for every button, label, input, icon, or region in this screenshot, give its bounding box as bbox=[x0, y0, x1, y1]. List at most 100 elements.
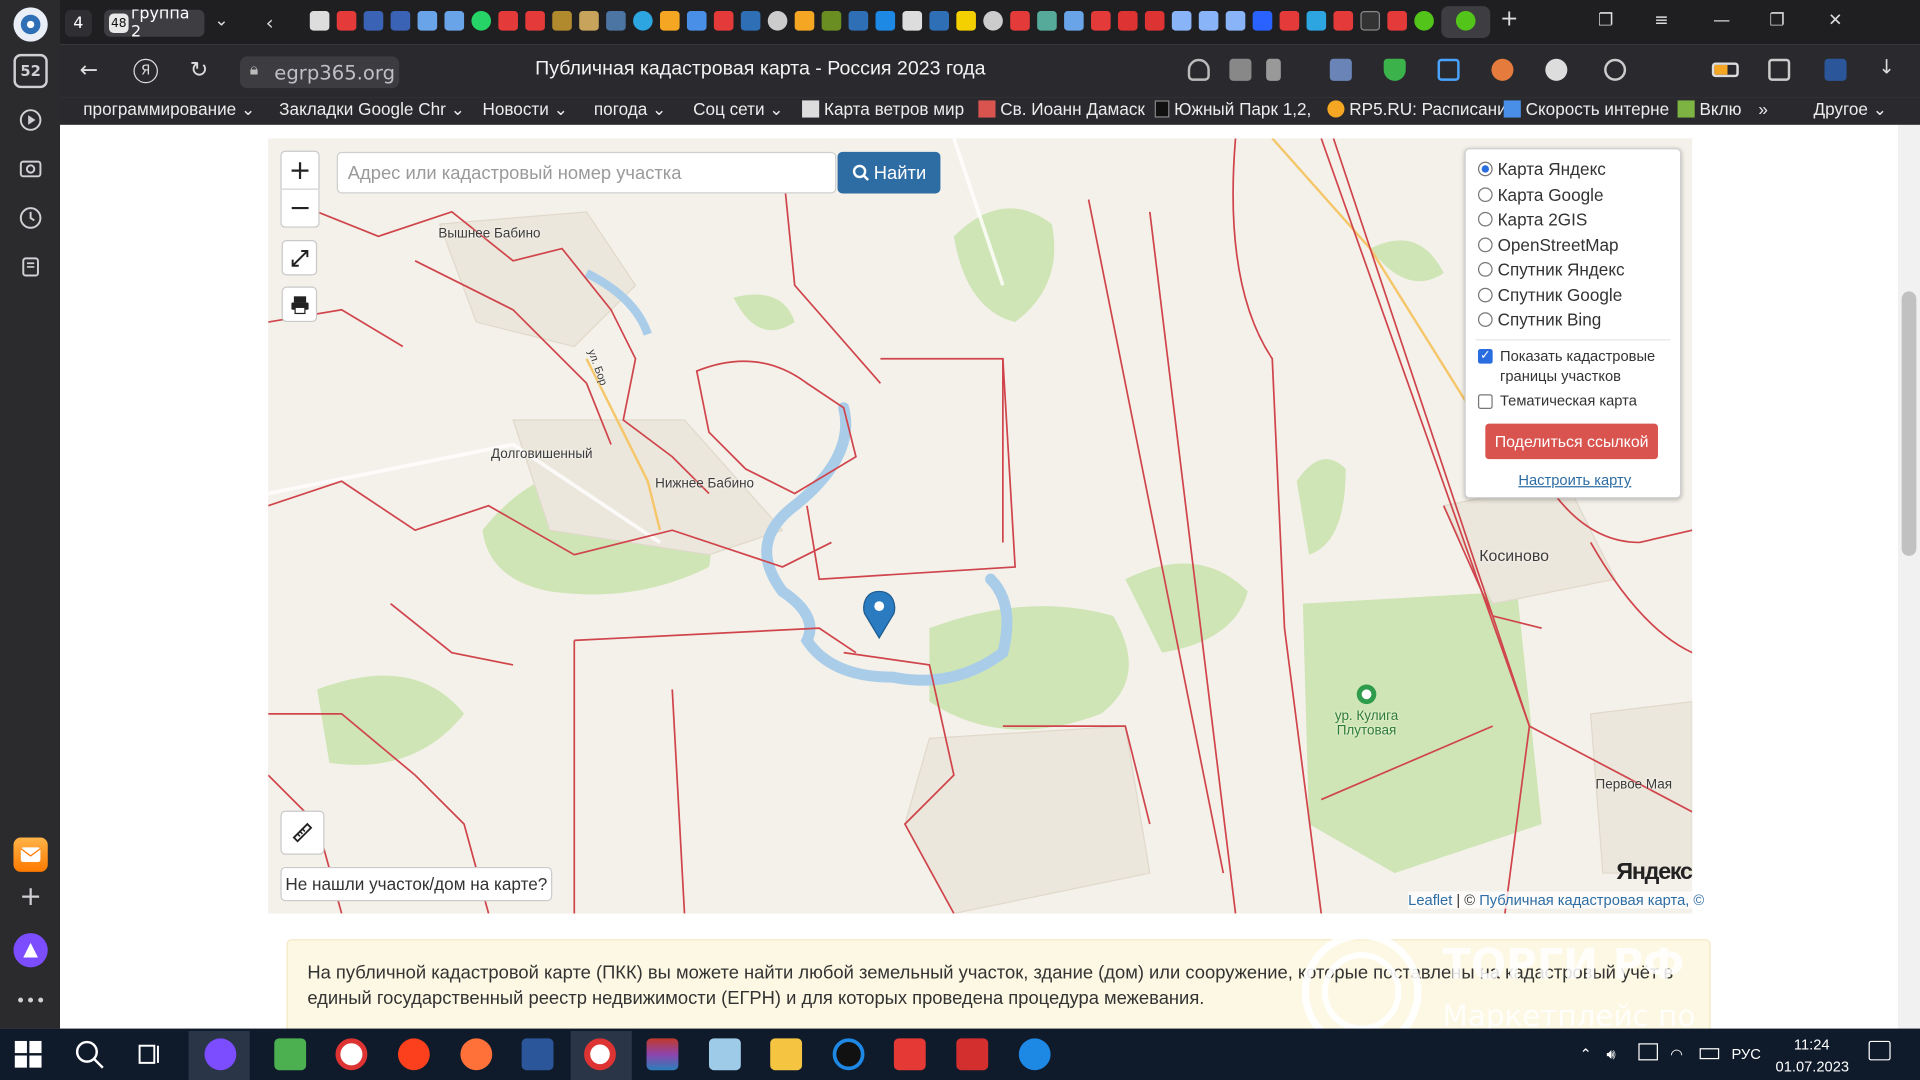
search-input[interactable]: Адрес или кадастровый номер участка bbox=[336, 151, 837, 194]
tab-favicon-telegram-icon[interactable] bbox=[1306, 11, 1327, 31]
close-icon[interactable]: ✕ bbox=[1828, 11, 1842, 31]
battery-tray-icon[interactable] bbox=[1699, 1048, 1720, 1060]
profile-icon[interactable] bbox=[13, 7, 48, 42]
display-icon[interactable] bbox=[1638, 1043, 1658, 1061]
winrar-app-icon[interactable] bbox=[646, 1038, 679, 1071]
tab-favicon-doc-icon[interactable] bbox=[309, 11, 330, 31]
word-extension-icon[interactable] bbox=[1824, 58, 1847, 81]
monitor-app-icon[interactable] bbox=[708, 1038, 741, 1071]
new-tab-icon[interactable]: + bbox=[1500, 6, 1518, 32]
share-link-button[interactable]: Поделиться ссылкой bbox=[1485, 423, 1658, 460]
bookmark-link[interactable]: Южный Парк 1,2, bbox=[1154, 99, 1311, 119]
tab-favicon-site-icon[interactable] bbox=[848, 11, 869, 31]
volume-icon[interactable]: 🔊︎ bbox=[1607, 1046, 1616, 1064]
tab-favicon-pdf-icon[interactable] bbox=[498, 11, 518, 31]
radio[interactable] bbox=[1477, 262, 1493, 277]
battery-icon[interactable] bbox=[1711, 62, 1739, 78]
tabs-counter-badge[interactable]: 52 bbox=[13, 53, 48, 89]
tab-favicon-wing-icon[interactable] bbox=[1171, 11, 1192, 31]
tab-favicon-cube-icon[interactable] bbox=[686, 11, 707, 31]
scrollbar-thumb[interactable] bbox=[1901, 291, 1917, 556]
radio[interactable] bbox=[1477, 287, 1493, 303]
extension-translate-icon[interactable] bbox=[1491, 58, 1514, 81]
firefox-app-icon[interactable] bbox=[460, 1038, 493, 1071]
radio[interactable] bbox=[1477, 211, 1493, 227]
layer-option-yandex-map[interactable]: Карта Яндекс bbox=[1477, 159, 1606, 179]
add-panel-icon[interactable]: + bbox=[13, 879, 47, 913]
checkbox-checked[interactable]: ✓ bbox=[1477, 348, 1493, 364]
find-button[interactable]: Найти bbox=[837, 151, 941, 194]
chevron-down-icon[interactable]: ⌄ bbox=[214, 11, 228, 31]
layer-option-yandex-satellite[interactable]: Спутник Яндекс bbox=[1477, 260, 1625, 279]
tab-favicon-site-icon[interactable] bbox=[740, 11, 761, 31]
tab-favicon-site-icon[interactable] bbox=[929, 11, 949, 31]
bookmark-folder[interactable]: Соц сети ⌄ bbox=[693, 99, 784, 120]
tab-favicon-y-icon[interactable] bbox=[1252, 11, 1273, 31]
tab-group[interactable]: 48 группа 2 bbox=[104, 5, 205, 42]
layer-option-bing-satellite[interactable]: Спутник Bing bbox=[1477, 310, 1601, 329]
yandex-browser-app-icon[interactable] bbox=[584, 1038, 616, 1071]
layer-option-2gis[interactable]: Карта 2GIS bbox=[1477, 209, 1587, 229]
tab-favicon-dropbox-icon[interactable] bbox=[875, 11, 896, 31]
tab-favicon-weather-icon[interactable] bbox=[1064, 11, 1084, 31]
bookmark-folder[interactable]: программирование ⌄ bbox=[83, 99, 255, 120]
media-app-icon[interactable] bbox=[832, 1038, 865, 1071]
history-icon[interactable] bbox=[13, 201, 47, 235]
layer-option-google-satellite[interactable]: Спутник Google bbox=[1477, 285, 1622, 305]
fullscreen-button[interactable] bbox=[281, 240, 318, 276]
anydesk-app-icon[interactable] bbox=[893, 1038, 926, 1071]
play-icon[interactable] bbox=[13, 103, 47, 137]
alice-assistant-icon[interactable] bbox=[13, 933, 48, 968]
collections-icon[interactable] bbox=[13, 250, 47, 284]
tab-favicon-site-icon[interactable] bbox=[956, 11, 976, 31]
tab-favicon-mail-icon[interactable] bbox=[794, 11, 815, 31]
print-button[interactable] bbox=[281, 286, 318, 323]
mail-app-icon[interactable] bbox=[13, 837, 48, 872]
file-explorer-app-icon[interactable] bbox=[770, 1038, 803, 1071]
screenshot-icon[interactable] bbox=[13, 152, 47, 186]
bookmark-folder[interactable]: Новости ⌄ bbox=[482, 99, 568, 120]
menu-icon[interactable]: ≡ bbox=[1654, 11, 1668, 31]
tab-favicon-whatsapp-icon[interactable] bbox=[471, 11, 492, 31]
word-app-icon[interactable] bbox=[521, 1038, 554, 1071]
bookmark-folder[interactable]: погода ⌄ bbox=[594, 99, 667, 120]
tab-favicon-yandex-icon[interactable] bbox=[1387, 11, 1407, 31]
leaflet-link[interactable]: Leaflet bbox=[1408, 891, 1452, 908]
tab-favicon-yandex-icon[interactable] bbox=[1279, 11, 1300, 31]
tab-favicon-globe-icon[interactable] bbox=[767, 11, 788, 31]
windows-start-icon[interactable] bbox=[14, 1040, 42, 1068]
extension-screen-icon[interactable] bbox=[1437, 58, 1460, 81]
headphones-icon[interactable] bbox=[1187, 58, 1210, 81]
tab-favicon-grid-icon[interactable] bbox=[1037, 11, 1057, 31]
search-icon[interactable] bbox=[73, 1038, 105, 1070]
bookmark-folder[interactable]: Закладки Google Chr ⌄ bbox=[279, 99, 465, 120]
radio-selected[interactable] bbox=[1477, 161, 1493, 177]
tab-favicon-wing-icon[interactable] bbox=[1225, 11, 1246, 31]
configure-map-link[interactable]: Настроить карту bbox=[1518, 471, 1631, 488]
tab-favicon-check-icon[interactable] bbox=[1455, 11, 1476, 31]
yandex-home-icon[interactable]: Я bbox=[133, 58, 158, 84]
tab-favicon-pdf-icon[interactable] bbox=[713, 11, 734, 31]
reload-icon[interactable]: ↻ bbox=[190, 58, 208, 84]
checkbox[interactable] bbox=[1477, 394, 1493, 409]
tab-favicon-star-icon[interactable] bbox=[417, 11, 438, 31]
back-icon[interactable]: ← bbox=[80, 58, 98, 84]
ruler-button[interactable] bbox=[280, 810, 325, 855]
notifications-icon[interactable] bbox=[1868, 1040, 1891, 1061]
reader-icon[interactable] bbox=[1229, 58, 1252, 81]
radio[interactable] bbox=[1477, 312, 1493, 327]
yandex-app-icon[interactable] bbox=[397, 1038, 430, 1071]
tab-favicon-pdf-icon[interactable] bbox=[525, 11, 545, 31]
clock-date[interactable]: 01.07.2023 bbox=[1776, 1058, 1850, 1075]
scroll-tabs-left-icon[interactable]: ‹ bbox=[266, 11, 274, 34]
bookmark-link[interactable]: Скорость интерне bbox=[1503, 99, 1669, 119]
language-indicator[interactable]: РУС bbox=[1731, 1046, 1760, 1063]
radio[interactable] bbox=[1477, 237, 1493, 253]
zoom-out-button[interactable]: − bbox=[280, 189, 320, 228]
bookmark-link[interactable]: RP5.RU: Расписани bbox=[1327, 99, 1507, 119]
tab-favicon-yandex-icon[interactable] bbox=[1010, 11, 1030, 31]
bookmark-link[interactable]: Вклю bbox=[1677, 99, 1741, 119]
extension-mail-icon[interactable] bbox=[1329, 58, 1352, 81]
tab-favicon-arrow-icon[interactable] bbox=[821, 11, 842, 31]
clock-time[interactable]: 11:24 bbox=[1794, 1036, 1830, 1053]
